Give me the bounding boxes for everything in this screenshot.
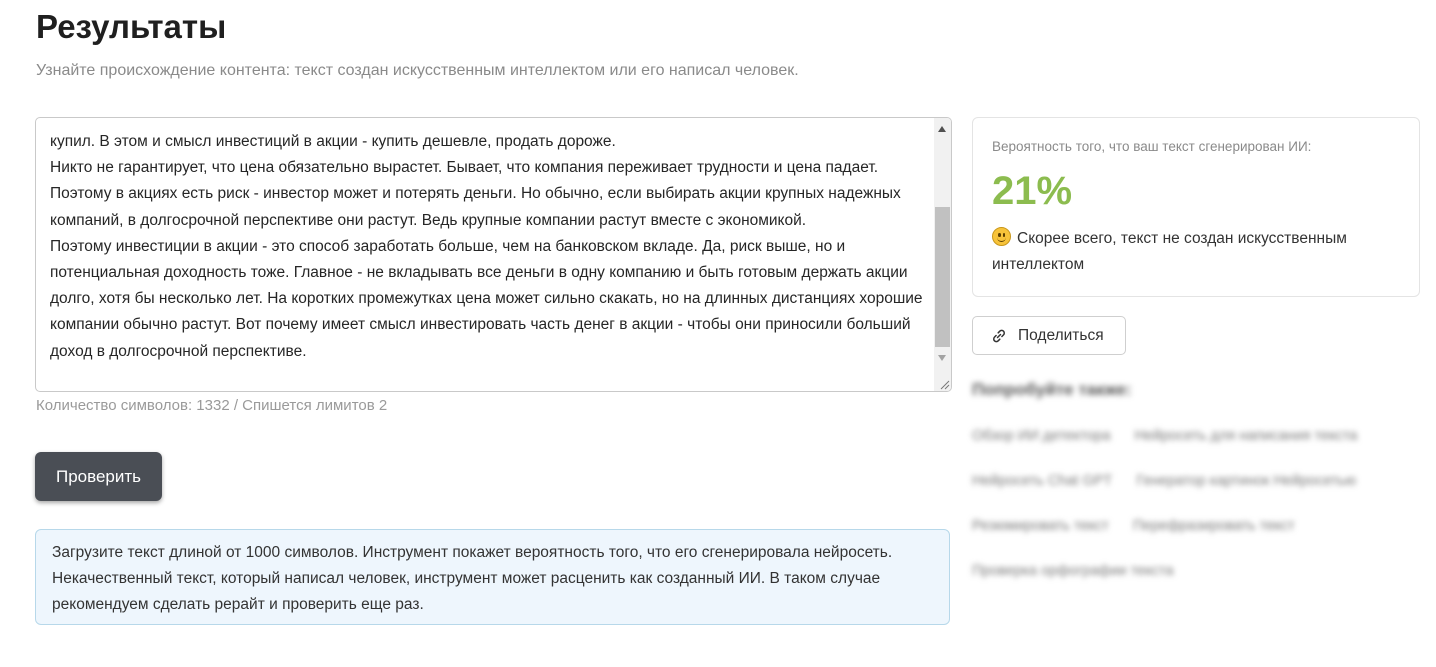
result-card: Вероятность того, что ваш текст сгенерир… [972,117,1420,297]
try-also-link[interactable]: Нейросеть для написания текста [1135,428,1358,444]
smile-icon [992,227,1011,246]
share-button[interactable]: Поделиться [972,316,1126,355]
resize-handle-icon[interactable] [938,378,950,390]
page-title: Результаты [36,8,227,45]
page-subtitle: Узнайте происхождение контента: текст со… [36,62,799,79]
try-also-row: Резюмировать текст Перефразировать текст [972,518,1315,534]
try-also-row: Обзор ИИ детектора Нейросеть для написан… [972,428,1377,444]
link-icon [993,329,1005,343]
clipped-line [50,118,925,129]
try-also-row: Проверка орфографии текста [972,563,1194,579]
try-also-link[interactable]: Проверка орфографии текста [972,563,1174,579]
result-verdict: Скорее всего, текст не создан искусствен… [992,226,1392,278]
textarea-scrollbar[interactable] [934,118,951,391]
ai-probability-value: 21% [992,169,1073,213]
char-count: Количество символов: 1332 / Спишется лим… [36,397,388,414]
share-label: Поделиться [1018,327,1104,344]
text-paragraph: Никто не гарантирует, что цена обязатель… [50,159,901,229]
try-also-title: Попробуйте также: [972,380,1132,399]
scroll-down-arrow-icon[interactable] [938,355,946,361]
try-also-link[interactable]: Генератор картинок Нейросетью [1136,473,1356,489]
try-also-link[interactable]: Обзор ИИ детектора [972,428,1111,444]
text-paragraph: купил. В этом и смысл инвестиций в акции… [50,133,616,150]
scroll-up-arrow-icon[interactable] [938,126,946,132]
try-also-link[interactable]: Перефразировать текст [1133,518,1295,534]
result-label: Вероятность того, что ваш текст сгенерир… [992,139,1312,154]
try-also-row: Нейросеть Chat GPT Генератор картинок Не… [972,473,1376,489]
check-button[interactable]: Проверить [35,452,162,501]
text-input-area[interactable]: купил. В этом и смысл инвестиций в акции… [35,117,952,392]
info-notice: Загрузите текст длиной от 1000 символов.… [35,529,950,625]
try-also-link[interactable]: Резюмировать текст [972,518,1109,534]
try-also-link[interactable]: Нейросеть Chat GPT [972,473,1112,489]
try-also-section: Попробуйте также: Обзор ИИ детектора Ней… [972,375,1418,605]
text-paragraph: Поэтому инвестиции в акции - это способ … [50,237,923,360]
text-input-content[interactable]: купил. В этом и смысл инвестиций в акции… [50,118,925,365]
scrollbar-thumb[interactable] [935,207,950,347]
verdict-text: Скорее всего, текст не создан искусствен… [992,230,1347,273]
